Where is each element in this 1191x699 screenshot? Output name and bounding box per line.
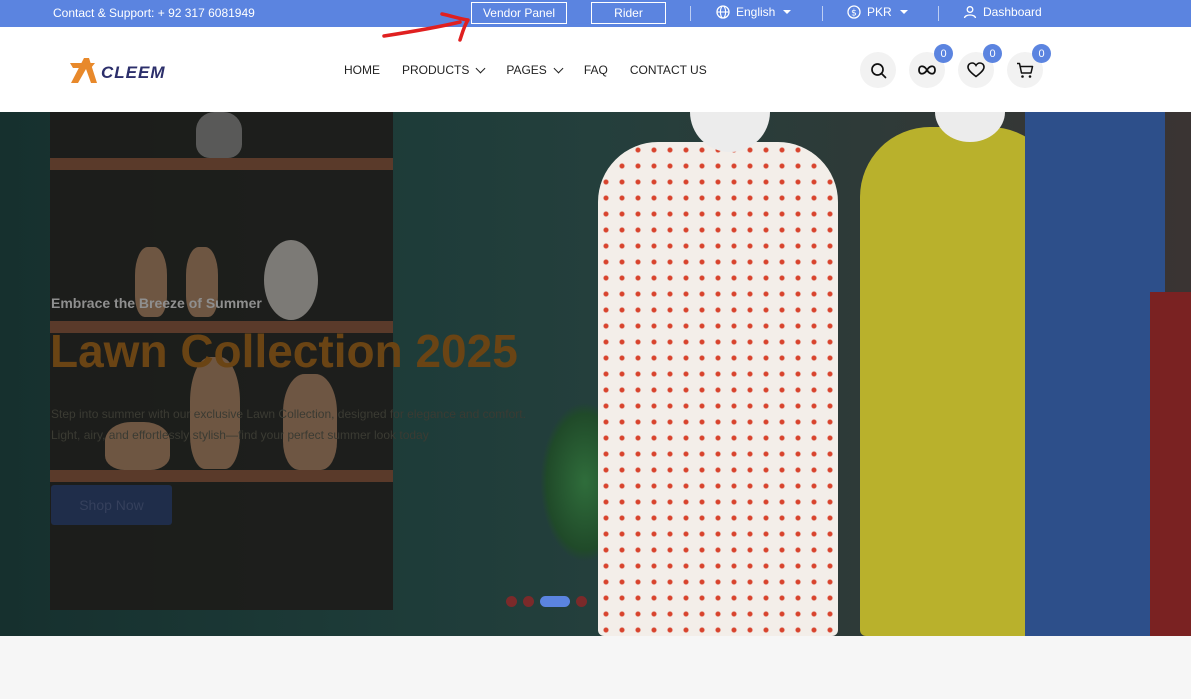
compare-count-badge: 0 bbox=[934, 44, 953, 63]
nav-pages-label: PAGES bbox=[506, 63, 547, 77]
nav-home[interactable]: HOME bbox=[344, 63, 380, 77]
logo-wordmark: CLEEM bbox=[101, 63, 166, 82]
currency-icon: $ bbox=[847, 5, 861, 19]
slider-dot[interactable] bbox=[506, 596, 517, 607]
nav-faq[interactable]: FAQ bbox=[584, 63, 608, 77]
heart-icon bbox=[967, 62, 985, 78]
currency-selector[interactable]: $ PKR bbox=[847, 5, 908, 19]
slider-pagination bbox=[506, 596, 587, 607]
top-bar: Contact & Support: + 92 317 6081949 Vend… bbox=[0, 0, 1191, 40]
divider bbox=[822, 6, 823, 21]
hero-bg-shelf-board bbox=[50, 158, 393, 170]
user-icon bbox=[963, 6, 977, 19]
dashboard-label: Dashboard bbox=[983, 5, 1042, 19]
hero-bg-decor bbox=[196, 112, 242, 158]
caret-down-icon bbox=[783, 10, 792, 14]
main-header: CLEEM HOME PRODUCTS PAGES FAQ CONTACT US… bbox=[0, 27, 1191, 112]
hero-mannequin-red-print bbox=[598, 142, 838, 636]
wishlist-count-badge: 0 bbox=[983, 44, 1002, 63]
nav-faq-label: FAQ bbox=[583, 63, 608, 77]
cart-icon bbox=[1017, 62, 1034, 78]
annotation-arrow-icon bbox=[382, 12, 470, 42]
language-selector[interactable]: English bbox=[716, 5, 792, 19]
slider-dot[interactable] bbox=[576, 596, 587, 607]
nav-contact[interactable]: CONTACT US bbox=[630, 63, 707, 77]
vendor-panel-button[interactable]: Vendor Panel bbox=[471, 2, 567, 24]
contact-support-text: Contact & Support: + 92 317 6081949 bbox=[53, 6, 255, 20]
chevron-down-icon bbox=[475, 63, 486, 73]
nav-home-label: HOME bbox=[344, 63, 380, 77]
currency-label: PKR bbox=[867, 5, 892, 19]
slider-dot[interactable] bbox=[523, 596, 534, 607]
site-logo[interactable]: CLEEM bbox=[69, 55, 166, 85]
hero-description-line: Light, airy, and effortlessly stylish—fi… bbox=[51, 428, 429, 442]
slider-dot-active[interactable] bbox=[540, 596, 570, 607]
hero-bg-decor bbox=[264, 240, 318, 320]
hero-description-line: Step into summer with our exclusive Lawn… bbox=[51, 407, 526, 421]
hero-title: Lawn Collection 2025 bbox=[50, 325, 518, 377]
hero-blue-shawl bbox=[1025, 112, 1165, 636]
logo-mark-icon bbox=[70, 58, 97, 83]
caret-down-icon bbox=[899, 10, 908, 14]
search-button[interactable] bbox=[860, 52, 896, 88]
globe-icon bbox=[716, 5, 730, 19]
cart-button[interactable]: 0 bbox=[1007, 44, 1051, 88]
shop-now-button[interactable]: Shop Now bbox=[51, 485, 172, 525]
wishlist-button[interactable]: 0 bbox=[958, 44, 1002, 88]
cart-count-badge: 0 bbox=[1032, 44, 1051, 63]
chevron-down-icon bbox=[553, 63, 564, 73]
hero-bg-garment bbox=[1150, 292, 1191, 636]
compare-button[interactable]: 0 bbox=[909, 44, 953, 88]
infinity-icon bbox=[918, 65, 936, 75]
nav-products[interactable]: PRODUCTS bbox=[402, 63, 486, 77]
hero-banner: Embrace the Breeze of Summer Lawn Collec… bbox=[0, 112, 1191, 636]
language-label: English bbox=[736, 5, 776, 19]
svg-text:$: $ bbox=[851, 9, 857, 19]
nav-contact-label: CONTACT US bbox=[629, 63, 707, 77]
hero-bg-shelf-board bbox=[50, 470, 393, 482]
divider bbox=[938, 6, 939, 21]
dashboard-link[interactable]: Dashboard bbox=[963, 5, 1042, 19]
nav-pages[interactable]: PAGES bbox=[506, 63, 564, 77]
hero-subtitle: Embrace the Breeze of Summer bbox=[51, 295, 262, 311]
rider-login-button[interactable]: Rider Login bbox=[591, 2, 666, 40]
nav-products-label: PRODUCTS bbox=[402, 63, 470, 77]
search-icon bbox=[870, 62, 886, 78]
divider bbox=[690, 6, 691, 21]
hero-description: Step into summer with our exclusive Lawn… bbox=[51, 404, 551, 446]
main-nav: HOME PRODUCTS PAGES FAQ CONTACT US bbox=[344, 63, 729, 77]
